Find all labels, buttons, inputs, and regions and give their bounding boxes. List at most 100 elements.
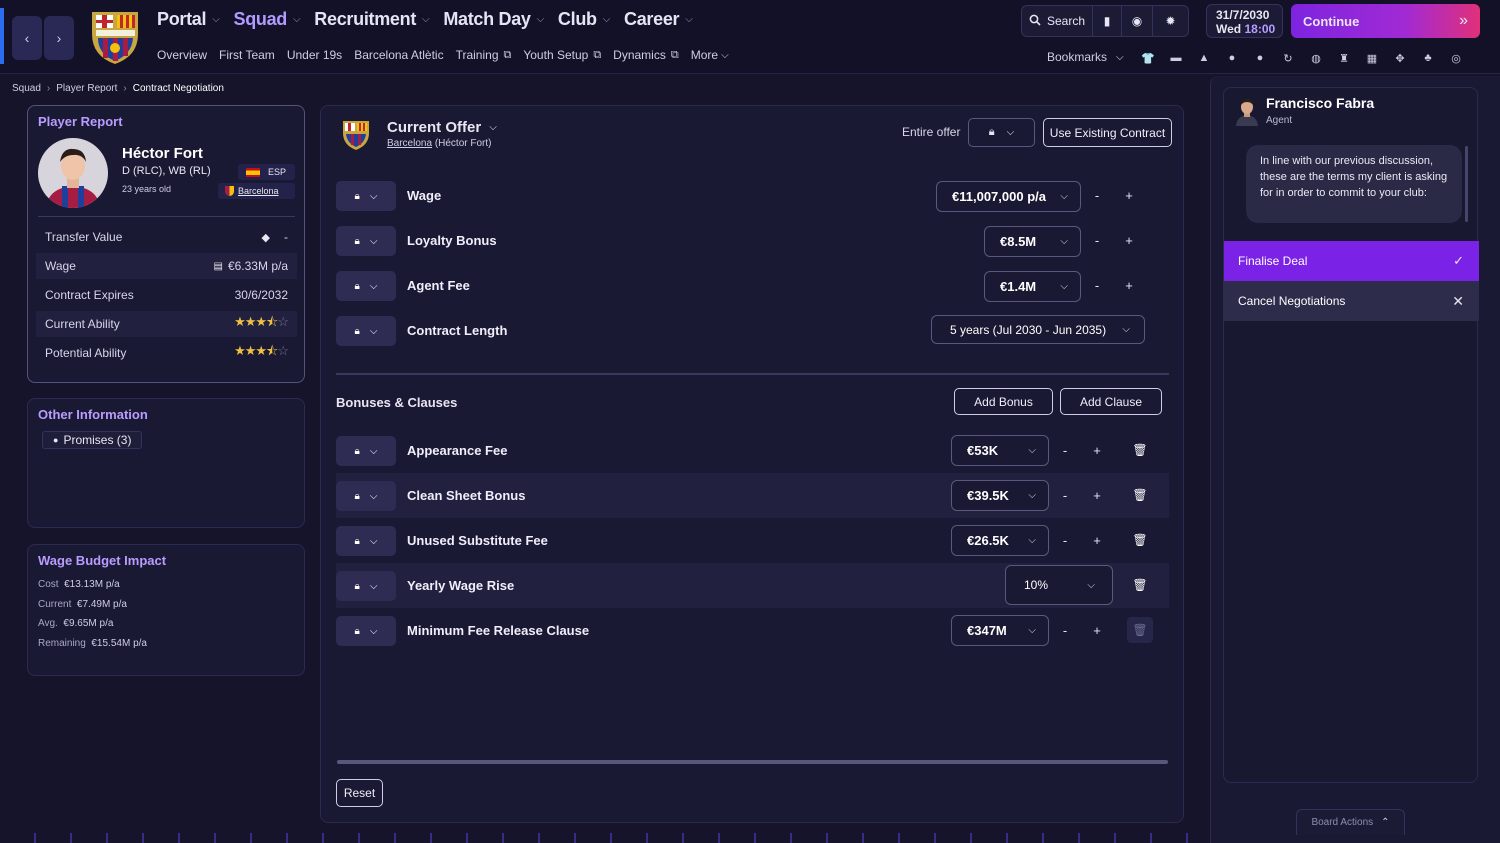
appearance-fee-value-dropdown[interactable]: €53K ⌵ bbox=[951, 435, 1049, 466]
delete-button[interactable]: 🗑︎ bbox=[1127, 437, 1153, 463]
forward-button[interactable]: › bbox=[44, 16, 74, 60]
add-bonus-button[interactable]: Add Bonus bbox=[954, 388, 1053, 415]
nationality-badge[interactable]: ESP bbox=[238, 164, 295, 180]
subnav-training[interactable]: Training ⧉ bbox=[456, 48, 512, 62]
brain-button[interactable]: ◉ bbox=[1121, 5, 1153, 37]
agent-fee-lock-dropdown[interactable]: 🔒︎ ⌵ bbox=[336, 271, 396, 301]
subnav-barcelona-atletic[interactable]: Barcelona Atlètic bbox=[354, 48, 443, 62]
club-crest-logo[interactable] bbox=[86, 6, 144, 66]
promises-chip[interactable]: ● Promises (3) bbox=[42, 431, 143, 449]
trophy-icon[interactable]: ♜ bbox=[1335, 49, 1353, 67]
delete-button[interactable]: 🗑︎ bbox=[1127, 482, 1153, 508]
horizontal-scrollbar[interactable] bbox=[337, 760, 1168, 764]
breadcrumb-player-report[interactable]: Player Report bbox=[56, 83, 117, 94]
person-icon[interactable]: ▲ bbox=[1195, 49, 1213, 67]
row-label: Transfer Value bbox=[45, 230, 123, 244]
club-badge[interactable]: Barcelona bbox=[218, 183, 295, 199]
decrease-button[interactable]: - bbox=[1091, 188, 1103, 203]
cancel-negotiations-button[interactable]: Cancel Negotiations ✕ bbox=[1224, 281, 1479, 321]
globe-icon[interactable]: ◍ bbox=[1307, 49, 1325, 67]
loyalty-bonus-lock-dropdown[interactable]: 🔒︎ ⌵ bbox=[336, 226, 396, 256]
bonus-label: Minimum Fee Release Clause bbox=[407, 623, 590, 638]
loyalty-bonus-value-dropdown[interactable]: €8.5M ⌵ bbox=[984, 226, 1081, 257]
increase-button[interactable]: + bbox=[1123, 188, 1135, 203]
nav-recruitment[interactable]: Recruitment ⌵ bbox=[314, 9, 429, 30]
contract-length-lock-dropdown[interactable]: 🔒︎ ⌵ bbox=[336, 316, 396, 346]
chat-icon[interactable]: ▬ bbox=[1167, 49, 1185, 67]
yearly-rise-lock-dropdown[interactable]: 🔒︎ ⌵ bbox=[336, 571, 396, 601]
clean-sheet-lock-dropdown[interactable]: 🔒︎ ⌵ bbox=[336, 481, 396, 511]
nav-portal[interactable]: Portal ⌵ bbox=[157, 9, 220, 30]
increase-button[interactable]: + bbox=[1091, 443, 1103, 458]
increase-button[interactable]: + bbox=[1091, 533, 1103, 548]
delete-button[interactable]: 🗑︎ bbox=[1127, 572, 1153, 598]
yearly-rise-dropdown[interactable]: 10% ⌵ bbox=[1005, 565, 1113, 605]
decrease-button[interactable]: - bbox=[1059, 533, 1071, 548]
shirt-icon[interactable]: 👕 bbox=[1139, 49, 1157, 67]
lock-icon: 🔒︎ bbox=[354, 535, 360, 547]
decrease-button[interactable]: - bbox=[1059, 623, 1071, 638]
settings-button[interactable]: ✹ bbox=[1152, 5, 1189, 37]
club-link[interactable]: Barcelona bbox=[387, 138, 432, 149]
date-display[interactable]: 31/7/2030 Wed 18:00 bbox=[1206, 4, 1283, 38]
staff-icon[interactable]: ✥ bbox=[1391, 49, 1409, 67]
breadcrumb-squad[interactable]: Squad bbox=[12, 83, 41, 94]
calendar-icon[interactable]: ▦ bbox=[1363, 49, 1381, 67]
clean-sheet-value-dropdown[interactable]: €39.5K ⌵ bbox=[951, 480, 1049, 511]
users-icon[interactable]: ♣ bbox=[1419, 49, 1437, 67]
release-clause-lock-dropdown[interactable]: 🔒︎ ⌵ bbox=[336, 616, 396, 646]
group-icon[interactable]: ● bbox=[1223, 49, 1241, 67]
subnav-under-19s[interactable]: Under 19s bbox=[287, 48, 342, 62]
divider bbox=[336, 373, 1169, 375]
increase-button[interactable]: + bbox=[1123, 233, 1135, 248]
speech-bubble-icon: ● bbox=[53, 435, 59, 445]
chevron-down-icon: ⌵ bbox=[369, 190, 378, 202]
add-clause-button[interactable]: Add Clause bbox=[1060, 388, 1162, 415]
chevron-down-icon: ⌵ bbox=[369, 280, 378, 292]
decrease-button[interactable]: - bbox=[1059, 488, 1071, 503]
unused-sub-value-dropdown[interactable]: €26.5K ⌵ bbox=[951, 525, 1049, 556]
increase-button[interactable]: + bbox=[1123, 278, 1135, 293]
wage-value-dropdown[interactable]: €11,007,000 p/a ⌵ bbox=[936, 181, 1081, 212]
decrease-button[interactable]: - bbox=[1091, 278, 1103, 293]
target-icon[interactable]: ◎ bbox=[1447, 49, 1465, 67]
delete-button[interactable]: 🗑︎ bbox=[1127, 527, 1153, 553]
wage-lock-dropdown[interactable]: 🔒︎ ⌵ bbox=[336, 181, 396, 211]
nav-career[interactable]: Career ⌵ bbox=[624, 9, 693, 30]
player-report-link[interactable]: Player Report bbox=[38, 114, 123, 129]
increase-button[interactable]: + bbox=[1091, 623, 1103, 638]
message-scrollbar[interactable] bbox=[1465, 146, 1468, 222]
subnav-more[interactable]: More ⌵ bbox=[691, 48, 729, 62]
release-clause-value-dropdown[interactable]: €347M ⌵ bbox=[951, 615, 1049, 646]
decrease-button[interactable]: - bbox=[1091, 233, 1103, 248]
contract-length-dropdown[interactable]: 5 years (Jul 2030 - Jun 2035) ⌵ bbox=[931, 315, 1145, 344]
subnav-youth-setup[interactable]: Youth Setup ⧉ bbox=[523, 48, 601, 62]
subnav-dynamics[interactable]: Dynamics ⧉ bbox=[613, 48, 679, 62]
unused-sub-lock-dropdown[interactable]: 🔒︎ ⌵ bbox=[336, 526, 396, 556]
back-button[interactable]: ‹ bbox=[12, 16, 42, 60]
refresh-icon[interactable]: ↻ bbox=[1279, 49, 1297, 67]
subnav-overview[interactable]: Overview bbox=[157, 48, 207, 62]
entire-offer-lock-dropdown[interactable]: 🔒︎ ⌵ bbox=[968, 118, 1035, 147]
subnav-first-team[interactable]: First Team bbox=[219, 48, 275, 62]
search-label: Search bbox=[1046, 14, 1086, 28]
bookmarks-dropdown[interactable]: Bookmarks ⌵ bbox=[1047, 50, 1124, 64]
continue-button[interactable]: Continue » bbox=[1291, 4, 1480, 38]
offer-title-dropdown[interactable]: Current Offer ⌵ bbox=[387, 119, 497, 136]
increase-button[interactable]: + bbox=[1091, 488, 1103, 503]
wage-term-row: 🔒︎ ⌵ Wage €11,007,000 p/a ⌵ - + bbox=[336, 181, 1171, 212]
appearance-fee-lock-dropdown[interactable]: 🔒︎ ⌵ bbox=[336, 436, 396, 466]
search-button[interactable]: Search bbox=[1021, 5, 1093, 37]
reset-button[interactable]: Reset bbox=[336, 779, 383, 807]
nav-match-day[interactable]: Match Day ⌵ bbox=[443, 9, 544, 30]
use-existing-contract-button[interactable]: Use Existing Contract bbox=[1043, 118, 1172, 147]
decrease-button[interactable]: - bbox=[1059, 443, 1071, 458]
bookmark-button[interactable]: ▮ bbox=[1092, 5, 1122, 37]
chevron-down-icon: ⌵ bbox=[369, 580, 378, 592]
board-actions-tab[interactable]: Board Actions ⌃ bbox=[1296, 809, 1405, 835]
agent-fee-value-dropdown[interactable]: €1.4M ⌵ bbox=[984, 271, 1081, 302]
nav-club[interactable]: Club ⌵ bbox=[558, 9, 610, 30]
squad-icon[interactable]: ● bbox=[1251, 49, 1269, 67]
finalise-deal-button[interactable]: Finalise Deal ✓ bbox=[1224, 241, 1479, 281]
nav-squad[interactable]: Squad ⌵ bbox=[234, 9, 301, 30]
